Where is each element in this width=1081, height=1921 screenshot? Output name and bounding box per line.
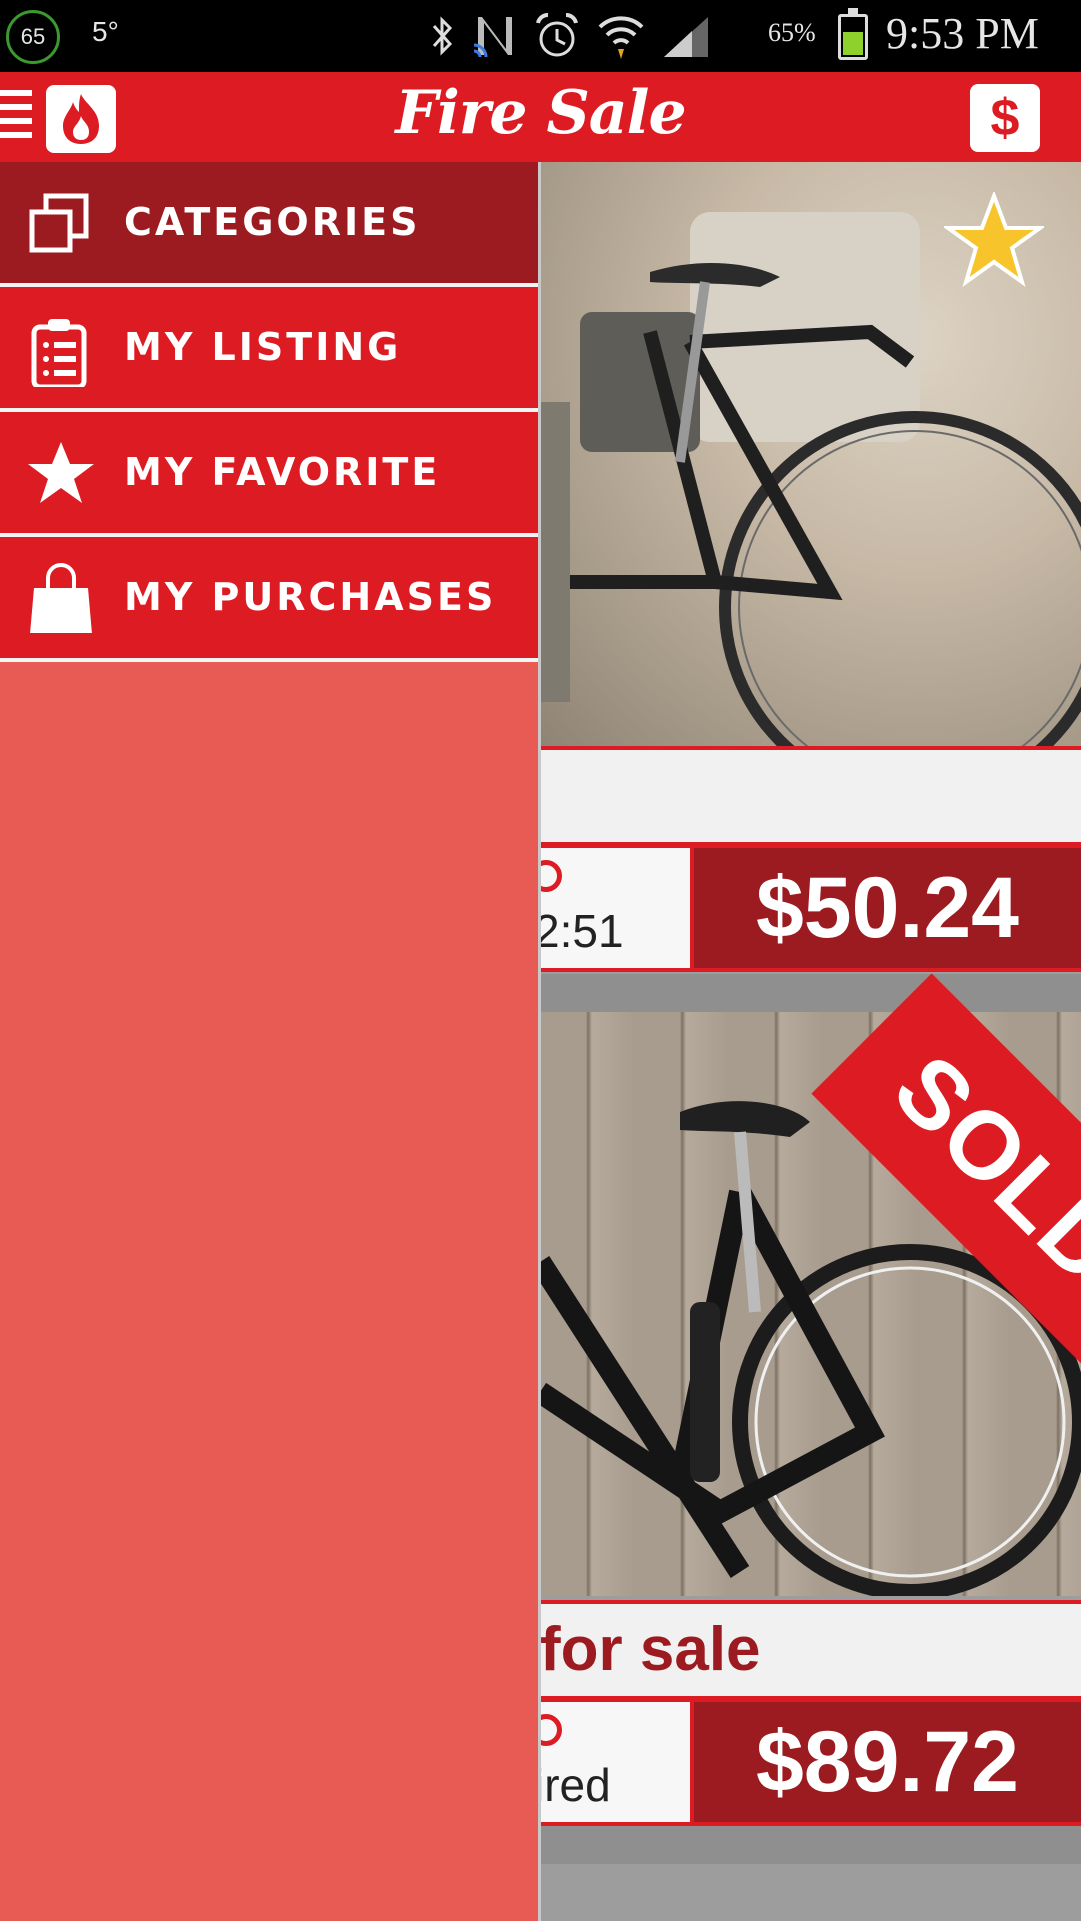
- listing-title-bar[interactable]: [540, 746, 1081, 846]
- listing-divider: [540, 1826, 1081, 1864]
- app-title: Fire Sale: [395, 78, 686, 148]
- time-remaining-value: ired: [540, 1759, 611, 1811]
- app-header: Fire Sale $: [0, 72, 1081, 162]
- battery-level-fill: [843, 32, 863, 55]
- menu-item-label: MY LISTING: [124, 325, 402, 369]
- shopping-bag-icon: [30, 563, 92, 633]
- alarm-clock-icon: [536, 13, 578, 57]
- listing-price[interactable]: $89.72: [694, 1702, 1081, 1822]
- menu-item-my-purchases[interactable]: MY PURCHASES: [0, 537, 538, 662]
- menu-item-my-favorite[interactable]: MY FAVORITE: [0, 412, 538, 537]
- listing-title-bar[interactable]: for sale: [540, 1600, 1081, 1700]
- signal-icon: [664, 17, 708, 57]
- bluetooth-icon: [432, 16, 453, 56]
- battery-percent: 65%: [768, 18, 816, 47]
- time-remaining-value: 2:51: [540, 905, 624, 957]
- listing-title: for sale: [540, 1615, 761, 1684]
- clock-icon: [540, 860, 562, 892]
- star-icon: [28, 442, 94, 503]
- time-remaining: ired: [540, 1702, 690, 1822]
- menu-item-label: CATEGORIES: [124, 200, 421, 244]
- status-icons: [430, 8, 710, 64]
- navigation-drawer: CATEGORIES MY LISTING MY FAVORITE MY PUR…: [0, 162, 541, 1921]
- menu-item-label: MY PURCHASES: [124, 575, 497, 619]
- listing-info-bar: 2:51 $50.24: [540, 844, 1081, 972]
- sell-button[interactable]: $: [970, 84, 1040, 152]
- categories-icon: [29, 193, 89, 253]
- menu-item-categories[interactable]: CATEGORIES: [0, 162, 538, 287]
- menu-item-my-listing[interactable]: MY LISTING: [0, 287, 538, 412]
- nfc-icon: [473, 17, 512, 58]
- temperature-readout: 5°: [92, 16, 119, 47]
- listing-price[interactable]: $50.24: [694, 848, 1081, 968]
- notification-badge: 65: [6, 10, 60, 64]
- listing-photo[interactable]: [540, 162, 1081, 748]
- clock-icon: [540, 1714, 562, 1746]
- wifi-icon: [598, 16, 644, 59]
- clock-time: 9:53 PM: [886, 9, 1039, 58]
- listing-feed: 2:51 $50.24 SOLD! for sale ired $89.72: [540, 162, 1081, 1921]
- status-bar: 65 5° 65% 9:53 PM: [0, 0, 1081, 72]
- battery-icon: [838, 8, 868, 60]
- menu-item-label: MY FAVORITE: [124, 450, 441, 494]
- listing-info-bar: ired $89.72: [540, 1698, 1081, 1826]
- time-remaining: 2:51: [540, 848, 690, 968]
- listing-divider: [540, 974, 1081, 1012]
- favorite-star-icon[interactable]: [944, 192, 1044, 288]
- clipboard-icon: [31, 319, 87, 387]
